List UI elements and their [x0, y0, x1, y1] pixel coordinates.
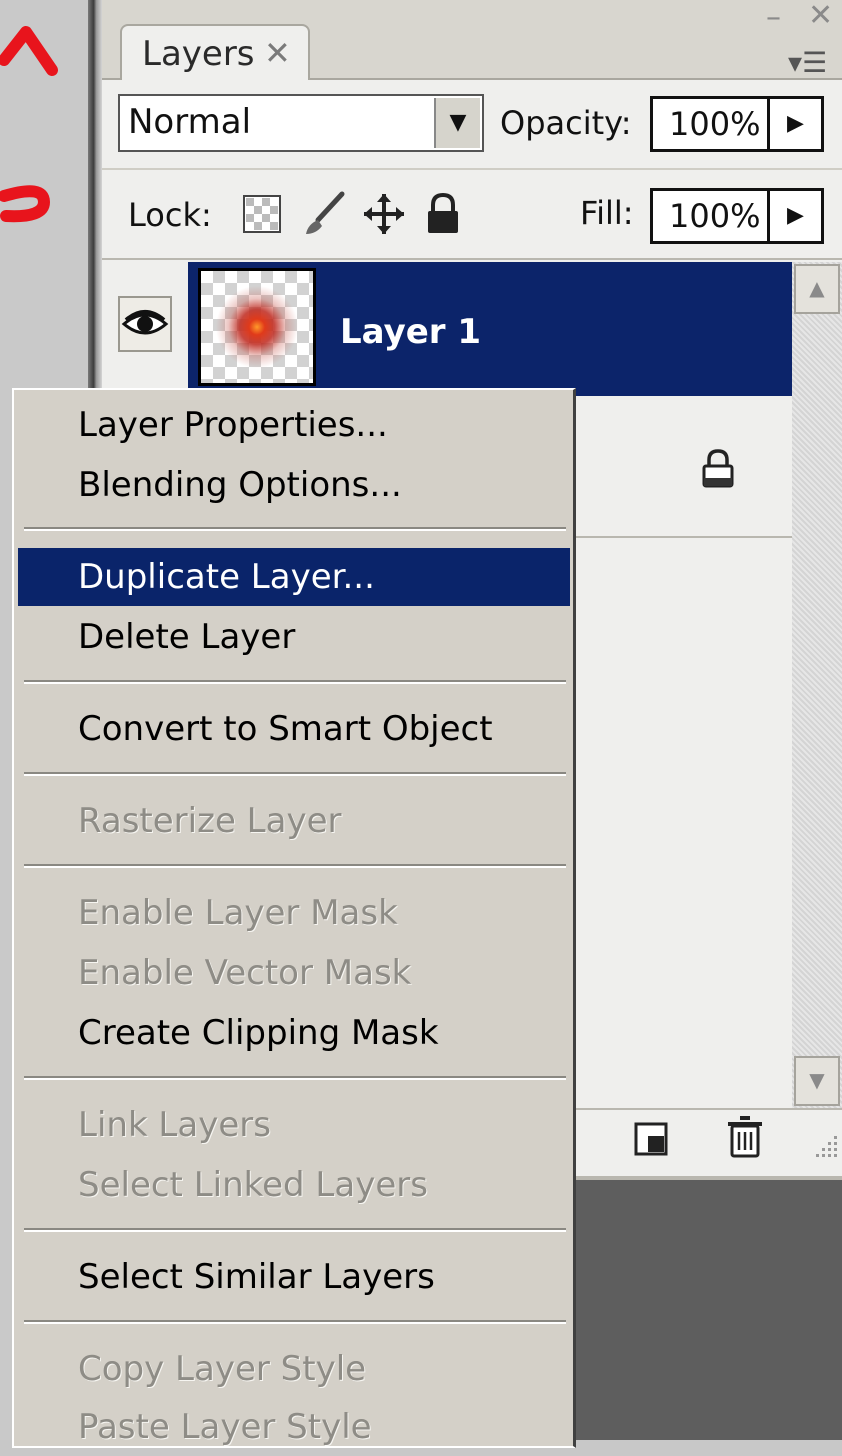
menu-item-create-clipping-mask[interactable]: Create Clipping Mask [18, 1004, 570, 1062]
divider [102, 168, 842, 170]
layer-context-menu: Layer Properties... Blending Options... … [12, 388, 576, 1448]
scroll-up-icon[interactable]: ▲ [794, 264, 840, 314]
opacity-label: Opacity: [500, 104, 632, 142]
tab-layers-label: Layers [142, 34, 255, 74]
menu-separator [24, 527, 566, 531]
menu-item-select-linked-layers: Select Linked Layers [78, 1165, 428, 1205]
menu-separator [24, 1320, 566, 1324]
menu-item-select-similar-layers[interactable]: Select Similar Layers [18, 1248, 570, 1306]
background-lock-icon [702, 449, 734, 488]
lock-all-icon[interactable] [424, 192, 462, 236]
menu-item-delete-layer[interactable]: Delete Layer [18, 608, 570, 666]
blend-mode-select[interactable]: Normal ▼ [118, 94, 484, 152]
menu-item-rasterize-layer: Rasterize Layer [78, 801, 342, 841]
lock-label: Lock: [128, 196, 212, 234]
red-annotation-mark-bottom [0, 185, 51, 223]
scroll-down-icon[interactable]: ▼ [794, 1056, 840, 1106]
layer-thumbnail[interactable] [198, 268, 316, 386]
menu-item-link-layers: Link Layers [78, 1105, 271, 1145]
trash-icon[interactable] [724, 1114, 766, 1160]
menu-item-convert-to-smart-object[interactable]: Convert to Smart Object [18, 700, 570, 758]
opacity-slider-arrow-icon[interactable]: ▶ [770, 96, 824, 152]
layers-scrollbar[interactable] [792, 262, 842, 1108]
new-layer-icon[interactable] [632, 1120, 670, 1158]
eye-icon [121, 310, 169, 335]
menu-item-enable-vector-mask: Enable Vector Mask [78, 953, 412, 993]
menu-item-copy-layer-style: Copy Layer Style [78, 1349, 367, 1389]
lock-image-pixels-brush-icon[interactable] [302, 190, 348, 238]
minimize-icon[interactable]: – [766, 0, 781, 35]
layer-name[interactable]: Layer 1 [340, 312, 481, 352]
tab-layers[interactable]: Layers ✕ [120, 24, 310, 80]
menu-separator [24, 1228, 566, 1232]
menu-separator [24, 772, 566, 776]
tab-close-icon[interactable]: ✕ [264, 34, 291, 72]
layer-visibility-toggle[interactable] [118, 296, 172, 352]
fill-label: Fill: [580, 194, 634, 232]
menu-item-blending-options[interactable]: Blending Options... [18, 456, 570, 514]
menu-separator [24, 1076, 566, 1080]
fill-field[interactable]: 100% [650, 188, 770, 244]
opacity-field[interactable]: 100% [650, 96, 770, 152]
menu-separator [24, 864, 566, 868]
red-annotation-mark-top [0, 26, 58, 76]
chevron-down-icon[interactable]: ▼ [434, 98, 480, 148]
panel-menu-icon[interactable]: ▾☰ [788, 46, 827, 79]
menu-item-layer-properties[interactable]: Layer Properties... [18, 396, 570, 454]
lock-position-move-icon[interactable] [362, 192, 406, 236]
divider [102, 258, 842, 260]
blend-mode-value: Normal [128, 102, 252, 142]
close-icon[interactable]: ✕ [808, 0, 833, 33]
fill-slider-arrow-icon[interactable]: ▶ [770, 188, 824, 244]
lock-transparent-pixels-icon[interactable] [242, 194, 282, 234]
menu-item-enable-layer-mask: Enable Layer Mask [78, 893, 398, 933]
layer-row-divider [560, 536, 792, 538]
menu-separator [24, 680, 566, 684]
resize-grip-icon[interactable] [810, 1128, 840, 1158]
menu-item-paste-layer-style: Paste Layer Style [78, 1407, 372, 1447]
bottom-toolbar-border [574, 1108, 842, 1110]
menu-item-duplicate-layer[interactable]: Duplicate Layer... [18, 548, 570, 606]
bottom-toolbar-edge [574, 1176, 842, 1180]
